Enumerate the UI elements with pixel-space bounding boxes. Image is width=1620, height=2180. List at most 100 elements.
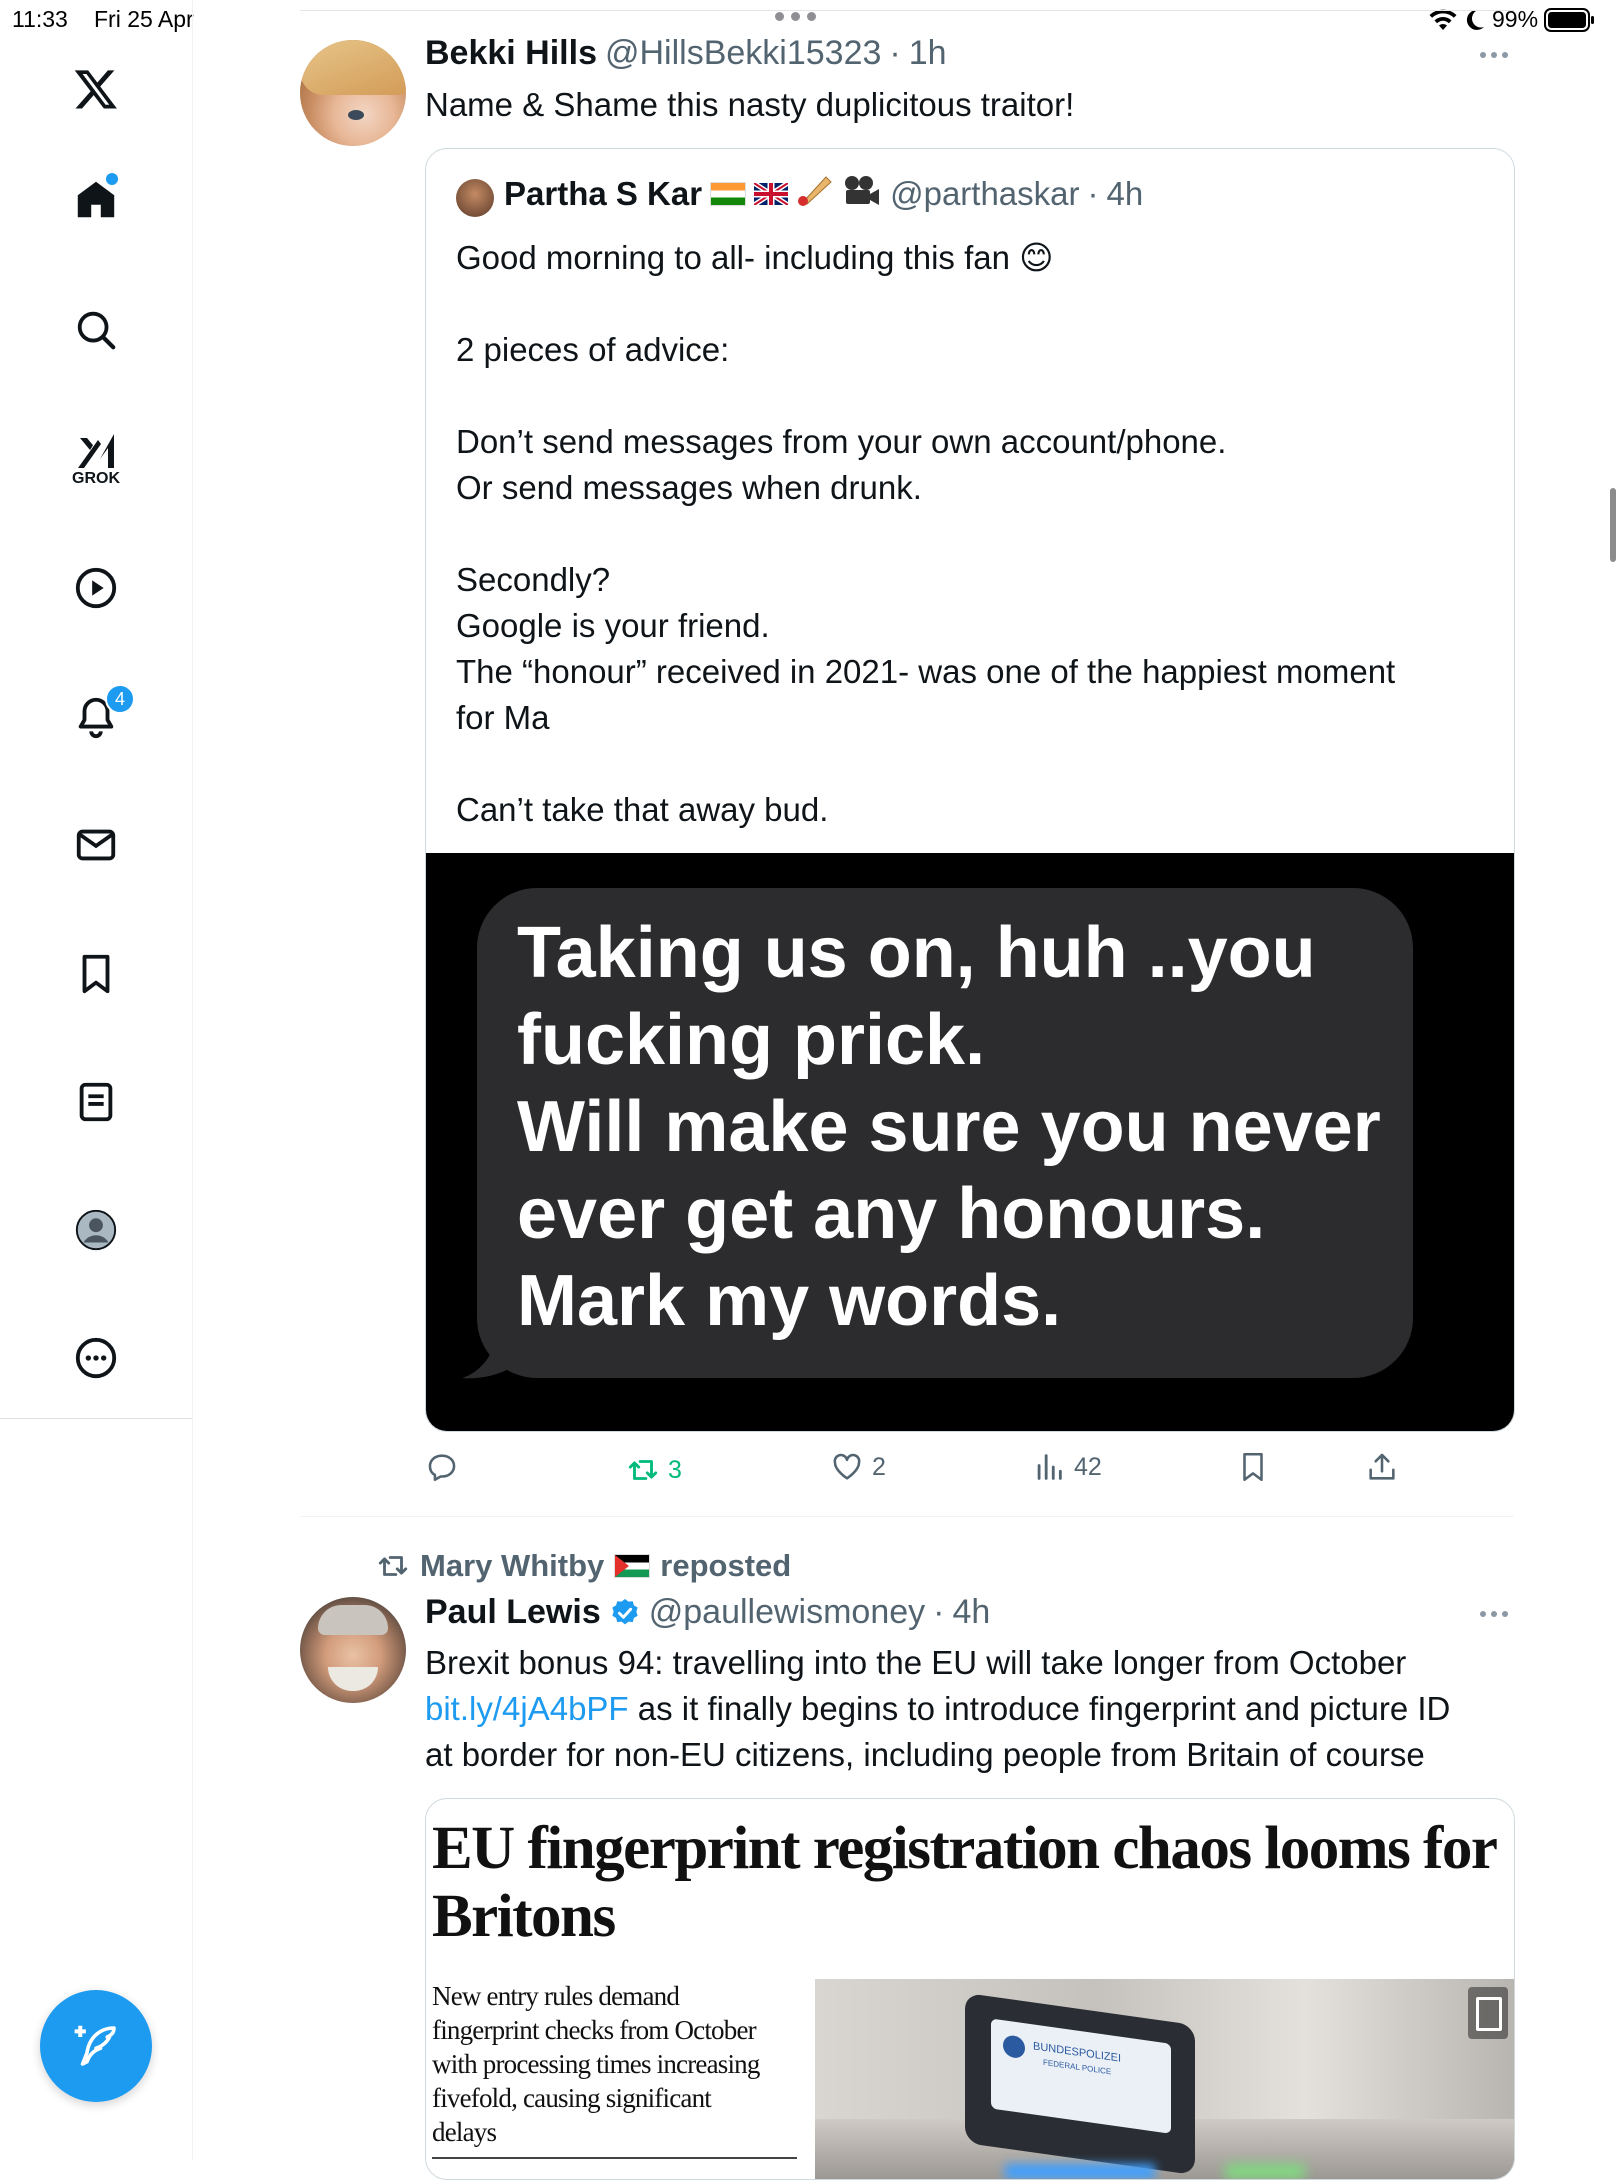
lists-icon[interactable] [62, 1068, 130, 1136]
retweet-count: 3 [668, 1455, 682, 1484]
tweet1-text: Name & Shame this nasty duplicitous trai… [425, 86, 1075, 123]
message-line: Will make sure you never [517, 1087, 1381, 1167]
wifi-icon [1429, 9, 1457, 30]
bookmarks-icon[interactable] [62, 940, 130, 1008]
quote-author-handle[interactable]: @parthaskar [890, 175, 1079, 213]
quote-line: for Ma [456, 699, 550, 736]
tweet2-text: Brexit bonus 94: travelling into the EU … [425, 1640, 1525, 1778]
article-card[interactable]: EU fingerprint registration chaos looms … [425, 1798, 1515, 2180]
tweet1-timestamp[interactable]: 1h [909, 34, 947, 73]
quote-line: Can’t take that away bud. [456, 791, 829, 828]
quote-line: 2 pieces of advice: [456, 331, 730, 368]
message-bubble-tail [462, 1330, 526, 1379]
views-count: 42 [1074, 1452, 1102, 1481]
reply-icon [428, 1454, 456, 1482]
retweet-button[interactable]: 3 [626, 1453, 682, 1487]
quote-line: Good morning to all- including this fan … [456, 239, 1054, 276]
share-icon [1369, 1453, 1395, 1480]
more-options-icon[interactable] [62, 1324, 130, 1392]
tweet1-author-name[interactable]: Bekki Hills [425, 34, 597, 73]
standfirst-line: fivefold, causing significant [432, 2083, 712, 2113]
profile-avatar-icon[interactable] [62, 1196, 130, 1264]
reposter-name[interactable]: Mary Whitby [420, 1548, 604, 1584]
x-logo-icon[interactable] [62, 55, 130, 123]
quote-separator: · [1087, 174, 1099, 212]
quote-author-avatar[interactable] [456, 179, 494, 217]
tweet2-text-line: at border for non-EU citizens, including… [425, 1736, 1425, 1773]
tweet2-author-avatar[interactable] [300, 1597, 406, 1703]
grok-label: GROK [72, 470, 120, 487]
verified-badge-icon [612, 1598, 638, 1624]
tweet2-text-line: Brexit bonus 94: travelling into the EU … [425, 1644, 1407, 1681]
quote-line: The “honour” received in 2021- was one o… [456, 653, 1396, 690]
message-line: fucking prick. [517, 1000, 986, 1080]
article-headline-line: EU fingerprint registration chaos looms … [432, 1815, 1498, 1882]
bookmark-button[interactable] [1236, 1450, 1270, 1484]
like-button[interactable]: 2 [830, 1450, 886, 1484]
repost-context[interactable]: Mary Whitby reposted [376, 1548, 791, 1584]
quote-line: Don’t send messages from your own accoun… [456, 423, 1227, 460]
heart-icon [833, 1453, 861, 1480]
quote-line: Or send messages when drunk. [456, 469, 922, 506]
article-image[interactable]: BUNDESPOLIZEI FEDERAL POLICE [815, 1979, 1514, 2179]
standfirst-line: fingerprint checks from October [432, 2015, 757, 2045]
article-standfirst: New entry rules demand fingerprint check… [432, 1979, 812, 2149]
grok-icon [78, 434, 114, 468]
tweet-separator [300, 1516, 1514, 1517]
gallery-icon[interactable] [1468, 1987, 1508, 2039]
battery-icon [1544, 7, 1595, 32]
standfirst-line: delays [432, 2117, 497, 2147]
search-icon[interactable] [62, 296, 130, 364]
standfirst-rule [432, 2157, 797, 2159]
message-bubble-text: Taking us on, huh ..you fucking prick. W… [517, 910, 1417, 1345]
tweet2-timestamp[interactable]: 4h [952, 1593, 990, 1632]
standfirst-line: with processing times increasing [432, 2049, 760, 2079]
tweet2-text-line: as it finally begins to introduce finger… [628, 1690, 1451, 1727]
quote-author-name[interactable]: Partha S Kar [504, 175, 702, 213]
tweet2-separator: · [933, 1593, 945, 1631]
compose-post-button[interactable] [40, 1990, 152, 2102]
article-headline-line: Britons [432, 1883, 616, 1950]
retweet-icon [628, 1460, 658, 1480]
views-button[interactable]: 42 [1032, 1450, 1102, 1484]
quote-line [456, 511, 1496, 557]
reply-button[interactable] [425, 1450, 459, 1484]
repost-icon [378, 1556, 408, 1576]
quote-line: Google is your friend. [456, 607, 770, 644]
quote-line: Secondly? [456, 561, 611, 598]
tweet2-more-icon[interactable] [1480, 1611, 1508, 1617]
message-line: ever get any honours. [517, 1174, 1266, 1254]
video-play-icon[interactable] [62, 554, 130, 622]
cricket-bat-icon [796, 174, 834, 213]
multitasking-dots-icon[interactable] [775, 12, 816, 21]
tweet1-author-handle[interactable]: @HillsBekki15323 [605, 34, 881, 73]
standfirst-line: New entry rules demand [432, 1981, 680, 2011]
notifications-badge: 4 [105, 684, 135, 714]
feed-top-border [300, 10, 1514, 11]
quote-line [456, 281, 1496, 327]
tweet2-author-name[interactable]: Paul Lewis [425, 1593, 601, 1632]
india-flag-icon [710, 181, 747, 206]
message-line: Mark my words. [517, 1261, 1062, 1341]
home-unread-dot [106, 173, 118, 185]
views-icon [1037, 1454, 1062, 1480]
tweet2-link[interactable]: bit.ly/4jA4bPF [425, 1690, 629, 1727]
scroll-indicator[interactable] [1610, 488, 1616, 562]
sidebar-divider [0, 1418, 192, 1419]
messages-envelope-icon[interactable] [62, 811, 130, 879]
compose-feather-icon [74, 2025, 116, 2066]
movie-camera-icon [842, 174, 882, 213]
home-icon[interactable] [62, 166, 130, 234]
quote-line [456, 741, 1496, 787]
tweet1-separator: · [889, 34, 901, 72]
moon-icon [1466, 9, 1484, 30]
share-button[interactable] [1365, 1450, 1399, 1484]
tweet1-author-avatar[interactable] [300, 40, 406, 146]
tweet1-more-icon[interactable] [1480, 52, 1508, 58]
quote-timestamp[interactable]: 4h [1107, 175, 1144, 213]
palestine-flag-icon [614, 1554, 651, 1578]
like-count: 2 [872, 1452, 886, 1481]
uk-flag-icon [754, 182, 789, 205]
grok-nav-item[interactable]: GROK [62, 426, 130, 498]
tweet2-author-handle[interactable]: @paullewismoney [649, 1593, 925, 1632]
